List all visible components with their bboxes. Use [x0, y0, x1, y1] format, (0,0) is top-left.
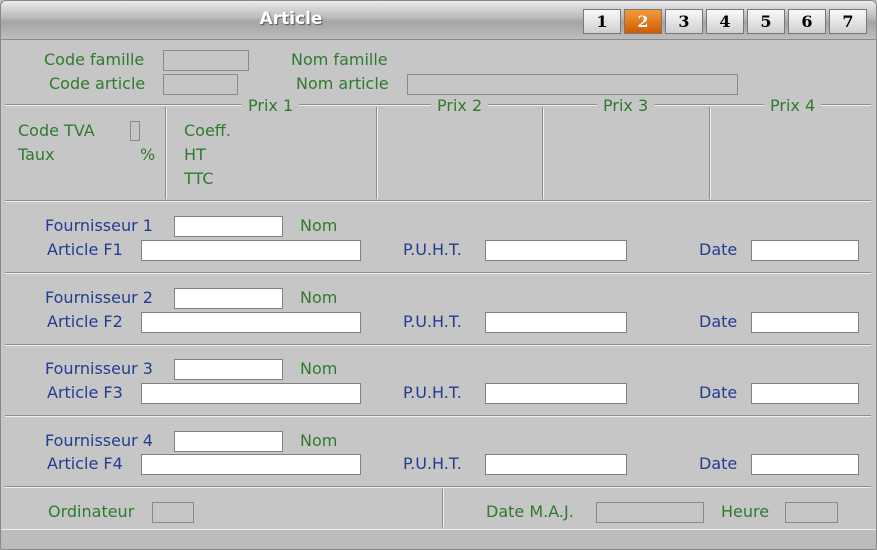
coeff-label: Coeff. [184, 121, 231, 140]
tab-7[interactable]: 7 [829, 9, 867, 34]
date-2-field[interactable] [751, 312, 859, 333]
footer-separator [442, 489, 444, 527]
fournisseur-3-nom-label: Nom [300, 359, 338, 378]
date-1-label: Date [699, 240, 738, 259]
article-f2-label: Article F2 [47, 312, 123, 331]
pricing-separator [709, 107, 711, 199]
pricing-separator [376, 107, 378, 199]
pricing-separator [165, 107, 167, 199]
fournisseur-2-nom-label: Nom [300, 288, 338, 307]
date-4-label: Date [699, 454, 738, 473]
fournisseur-1-nom-label: Nom [300, 216, 338, 235]
code-famille-label: Code famille [44, 50, 145, 69]
code-article-label: Code article [49, 74, 146, 93]
fournisseur-1-label: Fournisseur 1 [45, 216, 153, 235]
code-famille-field[interactable] [163, 50, 249, 71]
section-divider [5, 200, 871, 202]
section-divider [5, 415, 871, 417]
prix-3-title: Prix 3 [597, 96, 655, 115]
ht-label: HT [184, 145, 206, 164]
puht-2-field[interactable] [485, 312, 627, 333]
puht-1-label: P.U.H.T. [403, 240, 462, 259]
ordinateur-label: Ordinateur [48, 502, 135, 521]
article-f2-field[interactable] [141, 312, 361, 333]
puht-3-label: P.U.H.T. [403, 383, 462, 402]
fournisseur-2-field[interactable] [174, 288, 283, 309]
fournisseur-4-label: Fournisseur 4 [45, 431, 153, 450]
tab-1[interactable]: 1 [583, 9, 621, 34]
prix-4-title: Prix 4 [764, 96, 822, 115]
fournisseur-4-nom-label: Nom [300, 431, 338, 450]
article-f4-label: Article F4 [47, 454, 123, 473]
article-f3-field[interactable] [141, 383, 361, 404]
tab-4[interactable]: 4 [706, 9, 744, 34]
date-maj-field[interactable] [596, 502, 704, 523]
title-bar: Article 1 2 3 4 5 6 7 [1, 1, 876, 40]
fournisseur-4-field[interactable] [174, 431, 283, 452]
code-article-field[interactable] [163, 74, 238, 95]
pricing-separator [542, 107, 544, 199]
tab-3[interactable]: 3 [665, 9, 703, 34]
nom-famille-label: Nom famille [291, 50, 388, 69]
date-3-field[interactable] [751, 383, 859, 404]
tab-2[interactable]: 2 [624, 9, 662, 34]
window-title: Article [259, 9, 323, 29]
puht-4-field[interactable] [485, 454, 627, 475]
percent-symbol: % [140, 145, 156, 164]
article-window: Article 1 2 3 4 5 6 7 Code famille Nom f… [0, 0, 877, 550]
date-3-label: Date [699, 383, 738, 402]
article-f3-label: Article F3 [47, 383, 123, 402]
prix-1-title: Prix 1 [242, 96, 300, 115]
date-1-field[interactable] [751, 240, 859, 261]
puht-2-label: P.U.H.T. [403, 312, 462, 331]
tab-6[interactable]: 6 [788, 9, 826, 34]
ttc-label: TTC [184, 169, 214, 188]
date-2-label: Date [699, 312, 738, 331]
code-tva-field[interactable] [130, 121, 140, 141]
heure-label: Heure [721, 502, 770, 521]
nom-article-label: Nom article [296, 74, 389, 93]
article-f1-field[interactable] [141, 240, 361, 261]
article-f1-label: Article F1 [47, 240, 123, 259]
section-divider [5, 486, 871, 488]
date-maj-label: Date M.A.J. [486, 502, 574, 521]
fournisseur-3-field[interactable] [174, 359, 283, 380]
date-4-field[interactable] [751, 454, 859, 475]
section-divider [5, 344, 871, 346]
puht-1-field[interactable] [485, 240, 627, 261]
section-divider [5, 272, 871, 274]
puht-3-field[interactable] [485, 383, 627, 404]
heure-field[interactable] [785, 502, 838, 523]
puht-4-label: P.U.H.T. [403, 454, 462, 473]
fournisseur-3-label: Fournisseur 3 [45, 359, 153, 378]
status-bar [1, 529, 876, 549]
ordinateur-field[interactable] [152, 502, 194, 523]
fournisseur-2-label: Fournisseur 2 [45, 288, 153, 307]
taux-label: Taux [18, 145, 55, 164]
fournisseur-1-field[interactable] [174, 216, 283, 237]
article-f4-field[interactable] [141, 454, 361, 475]
code-tva-label: Code TVA [18, 121, 95, 140]
nom-article-field[interactable] [407, 74, 738, 95]
prix-2-title: Prix 2 [431, 96, 489, 115]
tab-5[interactable]: 5 [747, 9, 785, 34]
